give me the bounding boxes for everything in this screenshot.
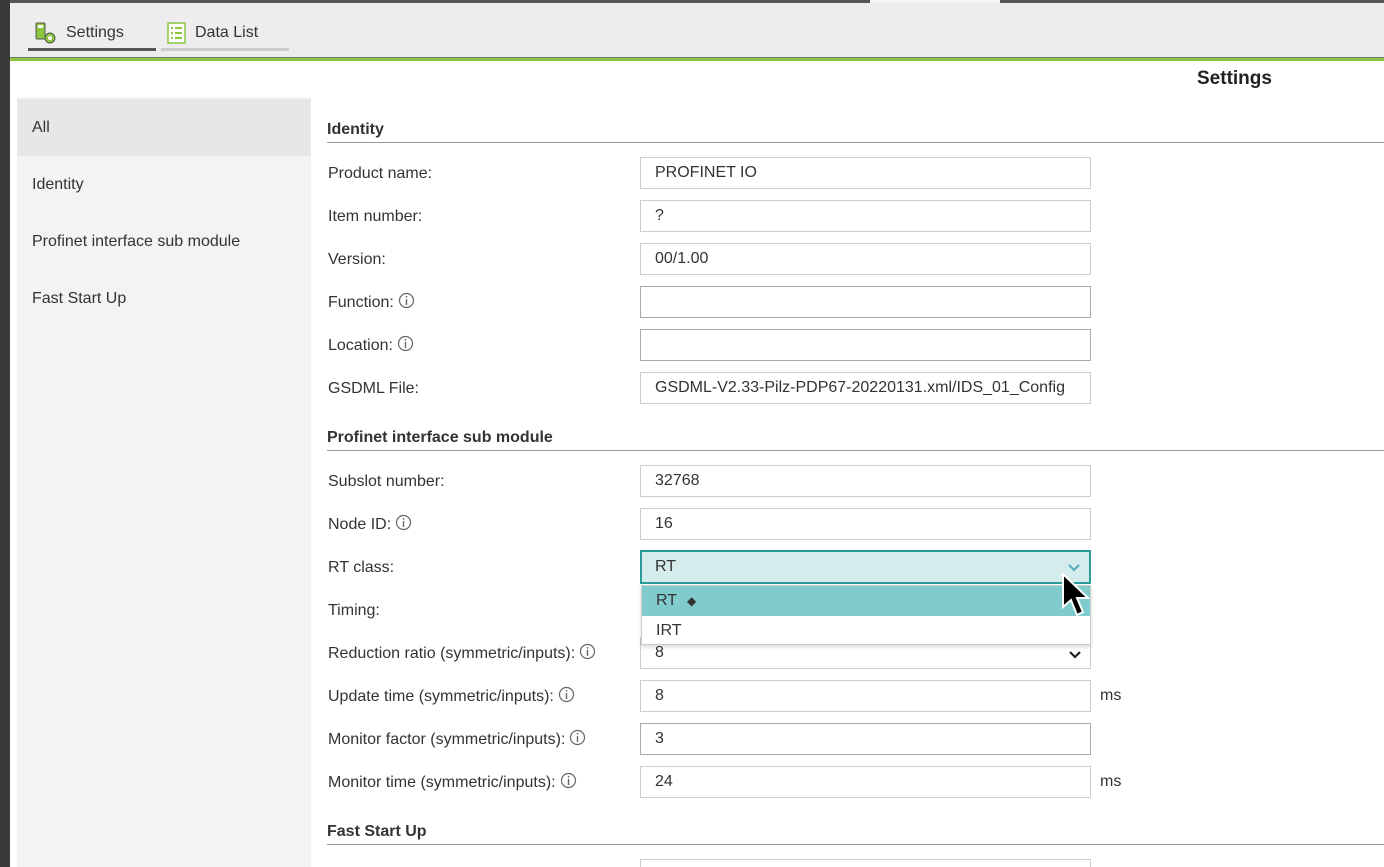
- sidebar-item-profinet[interactable]: Profinet interface sub module: [17, 213, 311, 270]
- label-text: Product name:: [328, 165, 433, 182]
- fast-start-up-field-partial[interactable]: [640, 859, 1091, 867]
- label-monitor-time: Monitor time (symmetric/inputs):: [328, 767, 577, 799]
- label-text: Node ID:: [328, 516, 392, 533]
- settings-gear-icon: [34, 21, 58, 45]
- label-location: Location:: [328, 330, 414, 362]
- option-label: RT: [656, 592, 678, 609]
- info-icon[interactable]: [395, 514, 412, 536]
- label-rt-class: RT class:: [328, 552, 394, 584]
- label-text: Monitor time (symmetric/inputs):: [328, 774, 556, 791]
- section-heading-fast-start-up: Fast Start Up: [327, 823, 1384, 845]
- label-text: Item number:: [328, 208, 423, 225]
- selected-diamond-icon: ◆: [687, 594, 697, 608]
- gsdml-file-field[interactable]: [640, 372, 1091, 404]
- sidebar-item-identity[interactable]: Identity: [17, 156, 311, 213]
- tab-data-list-label: Data List: [195, 23, 259, 41]
- node-id-field[interactable]: [640, 508, 1091, 540]
- settings-content: Identity Product name: Item number: Vers…: [327, 97, 1384, 867]
- page-title: Settings: [1197, 68, 1272, 89]
- label-item-number: Item number:: [328, 201, 422, 233]
- label-version: Version:: [328, 244, 386, 276]
- sidebar-item-fast-start-up[interactable]: Fast Start Up: [17, 270, 311, 327]
- info-icon[interactable]: [397, 335, 414, 357]
- location-field[interactable]: [640, 329, 1091, 361]
- label-node-id: Node ID:: [328, 509, 412, 541]
- monitor-time-unit: ms: [1100, 773, 1122, 790]
- label-reduction-ratio: Reduction ratio (symmetric/inputs):: [328, 638, 596, 670]
- window-edge: [0, 0, 10, 867]
- info-icon[interactable]: [398, 292, 415, 314]
- label-text: Subslot number:: [328, 473, 445, 490]
- label-product-name: Product name:: [328, 158, 432, 190]
- update-time-field[interactable]: [640, 680, 1091, 712]
- label-timing: Timing:: [328, 595, 380, 627]
- option-label: IRT: [656, 622, 682, 639]
- sidebar-item-all[interactable]: All: [17, 99, 311, 156]
- tab-settings[interactable]: Settings: [28, 17, 156, 51]
- label-text: Timing:: [328, 602, 380, 619]
- label-text: Version:: [328, 251, 386, 268]
- rt-class-select[interactable]: RT: [640, 550, 1091, 584]
- version-field[interactable]: [640, 243, 1091, 275]
- chevron-down-icon: [1068, 647, 1082, 666]
- tab-bar: Settings Data List: [10, 0, 1384, 57]
- info-icon[interactable]: [558, 686, 575, 708]
- accent-divider: [10, 57, 1384, 61]
- mouse-pointer-icon: [1062, 571, 1091, 624]
- label-update-time: Update time (symmetric/inputs):: [328, 681, 575, 713]
- label-text: Monitor factor (symmetric/inputs):: [328, 731, 566, 748]
- update-time-unit: ms: [1100, 687, 1122, 704]
- info-icon[interactable]: [560, 772, 577, 794]
- info-icon[interactable]: [569, 729, 586, 751]
- sidebar: All Identity Profinet interface sub modu…: [17, 97, 311, 867]
- rt-class-dropdown: RT ◆ IRT: [641, 585, 1091, 645]
- label-function: Function:: [328, 287, 415, 319]
- label-text: Reduction ratio (symmetric/inputs):: [328, 645, 576, 662]
- tab-data-list[interactable]: Data List: [161, 17, 289, 51]
- monitor-time-field[interactable]: [640, 766, 1091, 798]
- product-name-field[interactable]: [640, 157, 1091, 189]
- label-gsdml-file: GSDML File:: [328, 373, 419, 405]
- tab-settings-label: Settings: [66, 23, 124, 41]
- section-heading-identity: Identity: [327, 121, 1384, 143]
- app-window: Settings Data List Settings All Identity…: [10, 0, 1384, 867]
- label-text: Update time (symmetric/inputs):: [328, 688, 554, 705]
- reduction-ratio-value: 8: [655, 644, 664, 661]
- label-text: Location:: [328, 337, 393, 354]
- rt-class-option-irt[interactable]: IRT: [642, 616, 1090, 646]
- label-text: RT class:: [328, 559, 395, 576]
- label-monitor-factor: Monitor factor (symmetric/inputs):: [328, 724, 586, 756]
- function-field[interactable]: [640, 286, 1091, 318]
- rt-class-value: RT: [655, 558, 677, 575]
- list-icon: [167, 21, 187, 44]
- monitor-factor-field[interactable]: [640, 723, 1091, 755]
- subslot-number-field[interactable]: [640, 465, 1091, 497]
- tab-bar-highlight: [870, 0, 1000, 3]
- section-heading-profinet: Profinet interface sub module: [327, 429, 1384, 451]
- label-text: GSDML File:: [328, 380, 419, 397]
- label-text: Function:: [328, 294, 394, 311]
- info-icon[interactable]: [579, 643, 596, 665]
- rt-class-option-rt[interactable]: RT ◆: [642, 586, 1090, 616]
- item-number-field[interactable]: [640, 200, 1091, 232]
- label-subslot-number: Subslot number:: [328, 466, 445, 498]
